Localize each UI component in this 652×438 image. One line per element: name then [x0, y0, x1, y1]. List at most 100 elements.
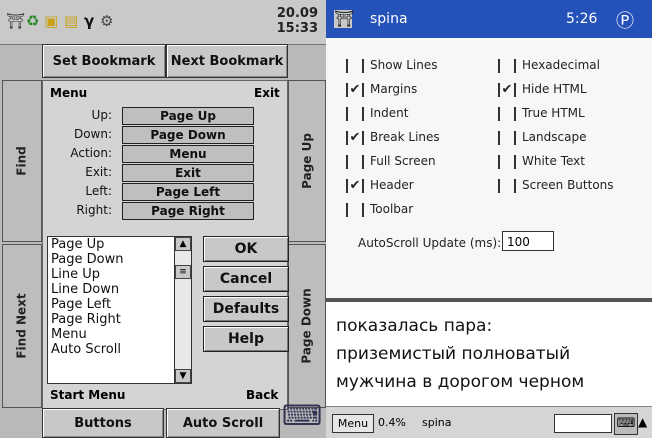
defaults-button[interactable]: Defaults: [203, 296, 289, 322]
option-checkbox[interactable]: Toolbar: [346, 202, 413, 217]
option-checkbox[interactable]: ✔ Margins: [346, 82, 417, 97]
app-icon[interactable]: ⛩: [334, 10, 354, 28]
recycle-icon[interactable]: ♻: [26, 12, 39, 30]
checkbox-box[interactable]: [498, 106, 516, 121]
action-listbox[interactable]: Page Up Page Down Line Up Line Down Page Lef…: [47, 236, 175, 384]
clock-time: 15:33: [276, 21, 318, 36]
checkbox-box[interactable]: [346, 106, 364, 121]
sip-arrow-icon[interactable]: ▲: [638, 415, 647, 429]
find-tab-label: Find: [14, 146, 29, 176]
next-bookmark-button[interactable]: Next Bookmark: [166, 44, 288, 78]
checkbox-box[interactable]: [498, 58, 516, 73]
option-label: Screen Buttons: [522, 178, 614, 192]
action-value-button[interactable]: Menu: [122, 145, 254, 163]
action-value-button[interactable]: Exit: [122, 164, 254, 182]
checkmark-icon[interactable]: ✔: [346, 178, 364, 193]
option-checkbox[interactable]: True HTML: [498, 106, 585, 121]
action-label: Exit:: [85, 165, 112, 179]
list-item[interactable]: Page Right: [48, 312, 174, 327]
clock-date: 20.09: [276, 6, 318, 21]
top-status-bar: ⛩ ♻ ▣ ▤ γ ⚙ 20.09 15:33: [0, 0, 326, 45]
list-item[interactable]: Page Left: [48, 297, 174, 312]
checkbox-box[interactable]: [498, 178, 516, 193]
menu-button[interactable]: Menu: [332, 414, 374, 433]
find-next-tab-label: Find Next: [15, 293, 29, 359]
option-checkbox[interactable]: White Text: [498, 154, 585, 169]
list-item[interactable]: Line Down: [48, 282, 174, 297]
action-label: Down:: [73, 127, 112, 141]
checkmark-icon[interactable]: ✔: [498, 82, 516, 97]
panel-header-menu[interactable]: Menu: [50, 86, 87, 100]
window-title: spina: [370, 11, 408, 27]
option-label: White Text: [522, 154, 585, 168]
option-checkbox[interactable]: ✔ Hide HTML: [498, 82, 587, 97]
listbox-scrollbar[interactable]: ▲ ≡ ▼: [174, 236, 192, 384]
folder-icon[interactable]: ▣: [44, 12, 58, 30]
auto-scroll-tab[interactable]: Auto Scroll: [166, 408, 280, 438]
action-label: Up:: [91, 108, 112, 122]
autoscroll-input[interactable]: 100: [502, 231, 554, 251]
option-checkbox[interactable]: Screen Buttons: [498, 178, 614, 193]
help-button[interactable]: Help: [203, 326, 289, 352]
scroll-thumb[interactable]: ≡: [175, 265, 191, 279]
action-value-button[interactable]: Page Right: [122, 202, 254, 220]
option-checkbox[interactable]: Full Screen: [346, 154, 436, 169]
gear-icon[interactable]: ⚙: [100, 12, 113, 30]
app-icon[interactable]: ⛩: [6, 12, 25, 30]
checkmark-icon[interactable]: ✔: [346, 82, 364, 97]
list-item[interactable]: Page Up: [48, 237, 174, 252]
checkmark-icon[interactable]: ✔: [346, 130, 364, 145]
keyboard-icon[interactable]: ⌨: [282, 396, 322, 436]
option-label: Hide HTML: [522, 82, 587, 96]
checkbox-box[interactable]: [498, 154, 516, 169]
option-label: Margins: [370, 82, 418, 96]
scroll-up-arrow-icon[interactable]: ▲: [175, 237, 191, 251]
option-checkbox[interactable]: Indent: [346, 106, 408, 121]
list-item[interactable]: Menu: [48, 327, 174, 342]
list-item[interactable]: Page Down: [48, 252, 174, 267]
checkbox-box[interactable]: [498, 130, 516, 145]
list-item[interactable]: Line Up: [48, 267, 174, 282]
cancel-button[interactable]: Cancel: [203, 266, 289, 292]
option-label: Break Lines: [370, 130, 440, 144]
option-checkbox[interactable]: Show Lines: [346, 58, 437, 73]
find-next-tab[interactable]: Find Next: [2, 244, 42, 408]
action-value-button[interactable]: Page Left: [122, 183, 254, 201]
ok-close-icon[interactable]: Ⓟ: [616, 7, 634, 33]
input-panel-field[interactable]: [554, 414, 612, 433]
start-menu-label[interactable]: Start Menu: [50, 388, 125, 402]
option-checkbox[interactable]: Hexadecimal: [498, 58, 600, 73]
ok-button[interactable]: OK: [203, 236, 289, 262]
keyboard-icon[interactable]: ⌨: [614, 413, 638, 435]
reading-line: приземистый полноватый: [336, 344, 571, 364]
back-label[interactable]: Back: [246, 388, 278, 402]
page-down-tab[interactable]: Page Down: [288, 244, 326, 408]
card-icon[interactable]: ▤: [64, 12, 78, 30]
buttons-tab[interactable]: Buttons: [42, 408, 164, 438]
checkbox-box[interactable]: [346, 154, 364, 169]
page-up-tab[interactable]: Page Up: [288, 80, 326, 242]
option-label: Header: [370, 178, 414, 192]
action-value-button[interactable]: Page Up: [122, 107, 254, 125]
option-label: Indent: [370, 106, 409, 120]
scroll-down-arrow-icon[interactable]: ▼: [175, 369, 191, 383]
option-label: True HTML: [522, 106, 585, 120]
signal-icon[interactable]: γ: [84, 12, 94, 30]
checkbox-box[interactable]: [346, 202, 364, 217]
autoscroll-label: AutoScroll Update (ms):: [358, 236, 502, 250]
option-checkbox[interactable]: ✔ Break Lines: [346, 130, 440, 145]
action-label: Left:: [85, 184, 112, 198]
action-value-button[interactable]: Page Down: [122, 126, 254, 144]
panel-header-exit[interactable]: Exit: [254, 86, 280, 100]
list-item[interactable]: Auto Scroll: [48, 342, 174, 357]
title-bar: ⛩ spina 5:26 Ⓟ: [326, 0, 652, 38]
action-label: Right:: [76, 203, 112, 217]
set-bookmark-button[interactable]: Set Bookmark: [42, 44, 166, 78]
clock[interactable]: 20.09 15:33: [277, 6, 318, 36]
find-tab[interactable]: Find: [2, 80, 42, 242]
checkbox-box[interactable]: [346, 58, 364, 73]
option-checkbox[interactable]: Landscape: [498, 130, 586, 145]
left-screen: ⛩ ♻ ▣ ▤ γ ⚙ 20.09 15:33 Set Bookmark Nex…: [0, 0, 326, 438]
option-checkbox[interactable]: ✔ Header: [346, 178, 414, 193]
reading-area[interactable]: показалась пара: приземистый полноватый …: [326, 302, 652, 406]
